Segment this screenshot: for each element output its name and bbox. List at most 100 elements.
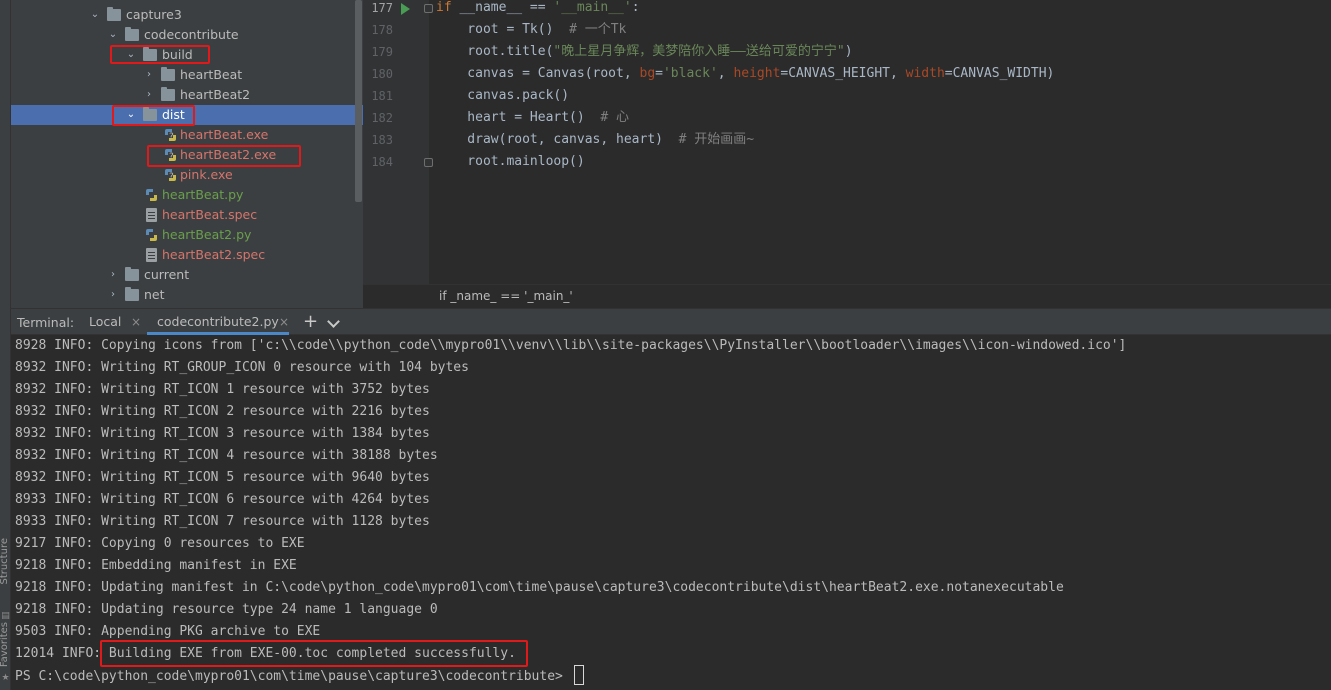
terminal-prompt-line[interactable]: PS C:\code\python_code\mypro01\com\time\… [15,665,584,688]
terminal-line: 8933 INFO: Writing RT_ICON 7 resource wi… [15,514,430,529]
svg-text:?: ? [169,132,174,142]
tree-item-label: heartBeat2 [180,87,251,102]
chevron-down-icon[interactable] [327,315,340,328]
breadcrumb[interactable]: if _name_ == '_main_' [439,289,573,303]
line-number: 182 [371,111,393,125]
tree-item-capture3[interactable]: ⌄ capture3 [11,5,363,25]
code-line-178: root = Tk() # 一个Tk [436,19,626,41]
tree-item-heartbeat2-spec[interactable]: heartBeat2.spec [11,245,363,265]
line-number: 178 [371,23,393,37]
fold-marker-icon[interactable] [424,158,433,167]
code-token: root = Tk() [436,22,570,37]
terminal-line: 8932 INFO: Writing RT_ICON 1 resource wi… [15,382,430,397]
terminal-prompt: PS C:\code\python_code\mypro01\com\time\… [15,669,571,684]
code-editor[interactable]: 177 178 179 180 181 182 183 184 if __nam… [363,0,1331,284]
terminal-line: 9218 INFO: Updating resource type 24 nam… [15,602,438,617]
code-kwarg: height [733,66,781,81]
text-file-icon [146,208,157,222]
code-token: : [631,0,640,15]
folder-icon [161,67,175,81]
add-tab-icon[interactable]: + [303,309,318,334]
tree-item-current[interactable]: › current [11,265,363,285]
terminal-line: 8932 INFO: Writing RT_ICON 2 resource wi… [15,404,430,419]
favorites-side-tab[interactable]: Favorites [0,622,10,667]
code-token: , [717,66,734,81]
code-token: =CANVAS_WIDTH) [944,66,1055,81]
folder-icon [125,27,139,41]
structure-icon: ▤ [1,611,10,621]
tree-item-label: current [144,267,190,282]
close-icon[interactable]: × [279,309,289,335]
code-kwarg: bg [639,66,656,81]
tree-item-heartbeat-exe[interactable]: ? heartBeat.exe [11,125,363,145]
code-token: if [436,0,452,15]
code-line-183: draw(root, canvas, heart) # 开始画画~ [436,129,754,151]
terminal-line: 8932 INFO: Writing RT_ICON 3 resource wi… [15,426,430,441]
folder-icon [107,7,121,21]
terminal-line: 8933 INFO: Writing RT_ICON 6 resource wi… [15,492,430,507]
structure-side-tab[interactable]: Structure [0,538,10,585]
terminal-line: 9218 INFO: Embedding manifest in EXE [15,558,297,573]
svg-text:?: ? [169,172,174,182]
python-file-icon [146,189,157,201]
code-comment: # 开始画画~ [678,132,755,147]
code-token: __name__ [451,0,523,15]
tree-item-label: heartBeat [180,67,243,82]
text-file-icon [146,248,157,262]
code-token: root.title( [436,44,554,59]
code-token: =CANVAS_HEIGHT, [780,66,906,81]
code-token: heart = Heart() [436,110,601,125]
terminal-cursor [573,665,584,685]
tree-item-heartbeat-folder[interactable]: › heartBeat [11,65,363,85]
code-line-180: canvas = Canvas(root, bg='black', height… [436,63,1054,85]
tree-item-pink-exe[interactable]: ? pink.exe [11,165,363,185]
terminal-line: 9218 INFO: Updating manifest in C:\code\… [15,580,1064,595]
terminal-line: 8932 INFO: Writing RT_ICON 5 resource wi… [15,470,430,485]
chevron-down-icon[interactable]: ⌄ [107,25,119,45]
terminal-output[interactable]: 8928 INFO: Copying icons from ['c:\\code… [11,335,1331,690]
tree-scrollbar[interactable] [355,0,362,202]
tab-local[interactable]: Local [89,309,121,335]
code-kwarg: width [905,66,945,81]
code-token: draw(root, canvas, heart) [436,132,679,147]
tree-item-heartbeat-py[interactable]: heartBeat.py [11,185,363,205]
terminal-line: 8932 INFO: Writing RT_ICON 4 resource wi… [15,448,438,463]
python-exe-icon: ? [165,169,176,182]
code-line-182: heart = Heart() # 心 [436,107,629,129]
python-exe-icon: ? [165,129,176,142]
tree-item-label: codecontribute [144,27,239,42]
chevron-right-icon[interactable]: › [107,285,119,305]
code-line-181: canvas.pack() [436,85,569,107]
tree-item-net[interactable]: › net [11,285,363,305]
tree-item-heartbeat2-py[interactable]: heartBeat2.py [11,225,363,245]
chevron-right-icon[interactable]: › [143,65,155,85]
tab-codecontribute2[interactable]: codecontribute2.py [147,309,289,335]
chevron-right-icon[interactable]: › [107,265,119,285]
annotation-box-build [110,45,210,64]
tree-item-label: net [144,287,165,302]
code-token: == [522,0,554,15]
code-string: "晚上星月争辉，美梦陪你入睡——送给可爱的宁宁" [553,44,845,59]
python-file-icon [146,229,157,241]
project-tree[interactable]: ⌄ capture3 ⌄ codecontribute ⌄ build › he… [11,0,363,308]
tree-item-label: heartBeat.exe [180,127,269,142]
chevron-down-icon[interactable]: ⌄ [89,5,101,25]
annotation-box-success [100,640,528,667]
tree-item-heartbeat-spec[interactable]: heartBeat.spec [11,205,363,225]
tree-item-heartbeat2-folder[interactable]: › heartBeat2 [11,85,363,105]
annotation-box-heartbeat2-exe [147,145,301,167]
line-gutter: 177 178 179 180 181 182 183 184 [363,0,429,284]
code-comment: # 一个Tk [569,22,627,37]
run-icon[interactable] [401,3,410,15]
tree-item-label: heartBeat2.spec [162,247,266,262]
tree-item-codecontribute[interactable]: ⌄ codecontribute [11,25,363,45]
code-string: 'black' [662,66,718,81]
close-icon[interactable]: × [131,309,141,335]
code-line-177: if __name__ == '__main__': [436,0,640,19]
line-number: 183 [371,133,393,147]
folder-icon [125,267,139,281]
favorites-star-icon: ★ [1,673,10,683]
fold-marker-icon[interactable] [424,4,433,13]
chevron-right-icon[interactable]: › [143,85,155,105]
line-number: 184 [371,155,393,169]
